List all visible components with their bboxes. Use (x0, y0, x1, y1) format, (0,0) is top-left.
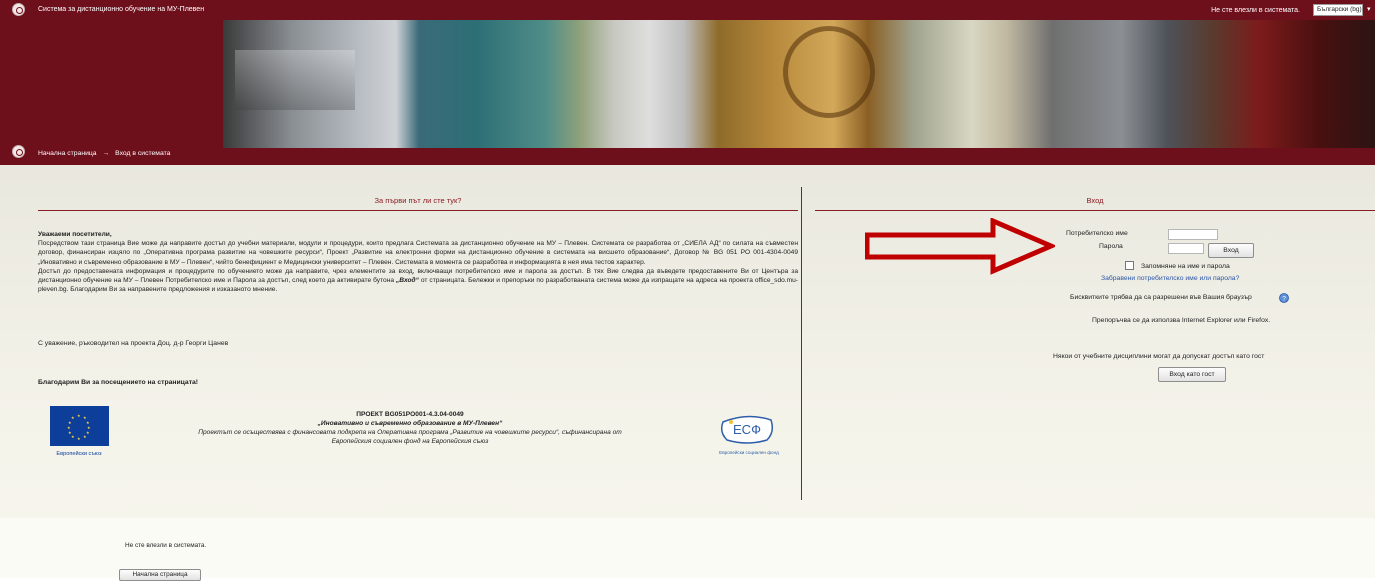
university-seal-icon[interactable] (12, 3, 25, 16)
welcome-text: Уважаеми посетители, Посредством тази ст… (38, 230, 798, 294)
footer (0, 518, 1375, 578)
remember-checkbox[interactable] (1125, 261, 1134, 270)
eu-caption: Европейски съюз (56, 451, 102, 457)
login-button-mention: „Вход“ (396, 277, 419, 285)
annotation-arrow-icon (865, 218, 1055, 275)
home-button[interactable]: Начална страница (119, 569, 201, 581)
password-label: Парола (1099, 243, 1123, 250)
guest-note: Някои от учебните дисциплини могат да до… (1053, 353, 1265, 360)
username-input[interactable] (1168, 229, 1218, 240)
username-label: Потребителско име (1066, 230, 1128, 237)
intro-paragraph: Посредством тази страница Вие може да на… (38, 240, 798, 266)
thanks-text: Благодарим Ви за посещението на страница… (38, 379, 199, 386)
greeting: Уважаеми посетители, (38, 231, 112, 238)
project-info: ПРОЕКТ BG051PO001-4.3.04-0049 „Иновативн… (125, 410, 695, 446)
login-button[interactable]: Вход (1208, 243, 1254, 258)
project-title: ПРОЕКТ BG051PO001-4.3.04-0049 (356, 411, 464, 418)
project-subtitle: „Иновативно и съвременно образование в М… (317, 420, 503, 427)
project-description-line2: Европейския социален фонд на Европейския… (331, 438, 489, 445)
svg-text:ЕСФ: ЕСФ (733, 422, 761, 437)
chevron-down-icon[interactable]: ▾ (1367, 5, 1371, 13)
header-banner-image (223, 20, 1375, 148)
forgot-password-link[interactable]: Забравени потребителско име или парола? (1101, 275, 1239, 282)
breadcrumb-home-link[interactable]: Начална страница (38, 150, 97, 157)
esf-logo: ЕСФ (720, 415, 774, 444)
site-title[interactable]: Система за дистанционно обучение на МУ-П… (38, 6, 204, 13)
footer-login-status: Не сте влезли в системата. (125, 542, 207, 549)
breadcrumb-current: Вход в системата (115, 150, 171, 157)
esf-caption: Европейски социален фонд (719, 450, 779, 455)
remember-label: Запомняне на име и парола (1141, 263, 1230, 270)
divider (815, 210, 1375, 211)
guest-login-button[interactable]: Вход като гост (1158, 367, 1226, 382)
password-input[interactable] (1168, 243, 1204, 254)
eu-flag-logo: ★ ★ ★ ★ ★ ★ ★ ★ ★ ★ ★ ★ (50, 406, 109, 446)
university-seal-icon[interactable] (12, 145, 25, 158)
language-select[interactable]: Български (bg) (1313, 4, 1363, 16)
signature: С уважение, ръководител на проекта Доц. … (38, 340, 229, 347)
help-icon[interactable]: ? (1279, 293, 1289, 303)
divider (38, 210, 798, 211)
login-status: Не сте влезли в системата. (1211, 7, 1300, 14)
browser-note: Препоръчва се да използва Internet Explo… (1092, 317, 1271, 324)
login-heading: Вход (1086, 196, 1104, 205)
column-divider (801, 187, 802, 500)
svg-text:?: ? (1282, 296, 1286, 303)
breadcrumb-separator: → (102, 150, 110, 157)
breadcrumb: Начална страница → Вход в системата (38, 150, 174, 157)
project-description-line1: Проектът се осъществява с финансовата по… (198, 429, 622, 436)
first-time-heading: За първи път ли сте тук? (374, 196, 462, 205)
cookies-note: Бисквитките трябва да са разрешени във В… (1070, 294, 1252, 301)
